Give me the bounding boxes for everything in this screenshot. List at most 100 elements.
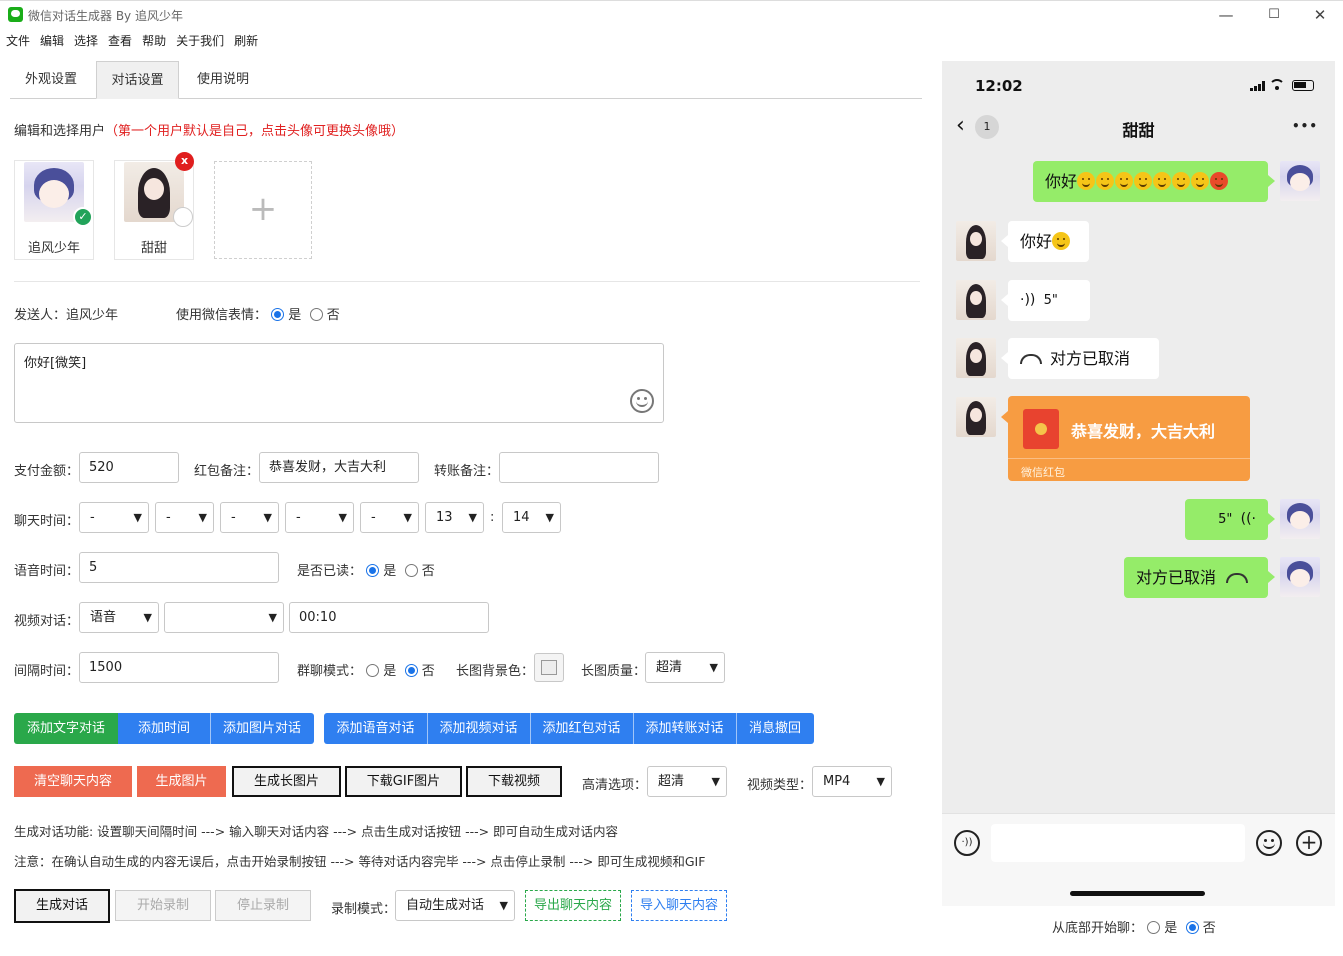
year-select[interactable]: - ▼ <box>79 502 149 533</box>
window-title: 微信对话生成器 By 追风少年 <box>28 9 183 23</box>
chat-time-label: 聊天时间： <box>14 514 80 529</box>
import-chat-button[interactable]: 导入聊天内容 <box>631 890 727 921</box>
video-type-label: 视频类型： <box>747 778 813 793</box>
note-line-2: 注意：在确认自动生成的内容无误后，点击开始录制按钮 ---> 等待对话内容完毕 … <box>14 854 706 869</box>
read-yes-radio[interactable] <box>366 564 380 577</box>
menu-view[interactable]: 查看 <box>108 32 132 52</box>
add-redpacket-dialog-button[interactable]: 添加红包对话 <box>530 713 633 744</box>
menu-refresh[interactable]: 刷新 <box>234 32 258 52</box>
emoji-no-radio[interactable] <box>309 308 323 321</box>
delete-user-button[interactable]: x <box>175 152 194 171</box>
video-status-select[interactable]: ▼ <box>164 602 284 633</box>
avatar <box>1280 557 1320 597</box>
emoji-icon <box>1134 172 1153 190</box>
download-video-button[interactable]: 下载视频 <box>466 766 562 797</box>
menu-help[interactable]: 帮助 <box>142 32 166 52</box>
start-record-button[interactable]: 开始录制 <box>115 890 211 921</box>
transfer-label: 转账备注： <box>434 464 500 479</box>
menu-about[interactable]: 关于我们 <box>176 32 224 52</box>
group-no-radio[interactable] <box>404 664 418 677</box>
clear-chat-button[interactable]: 清空聊天内容 <box>14 766 132 797</box>
battery-icon <box>1292 80 1314 91</box>
amount-input[interactable]: 520 <box>79 452 179 483</box>
users-hint-text: （第一个用户默认是自己，点击头像可更换头像哦） <box>105 124 405 139</box>
long-quality-select[interactable]: 超清 ▼ <box>645 652 725 683</box>
amount-label: 支付金额： <box>14 464 80 479</box>
wechat-emoji-option: 使用微信表情： 是 否 <box>176 308 340 323</box>
hd-select[interactable]: 超清 ▼ <box>647 766 727 797</box>
menu-edit[interactable]: 编辑 <box>40 32 64 52</box>
add-user-button[interactable]: + <box>214 161 312 259</box>
emoji-icon <box>1153 172 1172 190</box>
emoji-button-icon[interactable] <box>1256 830 1282 856</box>
emoji-yes-radio[interactable] <box>271 308 285 321</box>
close-button[interactable]: ✕ <box>1305 4 1335 26</box>
record-mode-select[interactable]: 自动生成对话 ▼ <box>395 890 515 921</box>
stop-record-button[interactable]: 停止录制 <box>215 890 311 921</box>
chat-text-input[interactable] <box>991 824 1245 862</box>
tab-appearance[interactable]: 外观设置 <box>10 61 92 99</box>
add-text-dialog-button[interactable]: 添加文字对话 <box>14 713 118 744</box>
voice-time-input[interactable]: 5 <box>79 552 279 583</box>
minute-select[interactable]: 14 ▼ <box>502 502 561 533</box>
add-voice-dialog-button[interactable]: 添加语音对话 <box>324 713 427 744</box>
voice-input-icon[interactable]: ·)) <box>954 830 980 856</box>
redpacket-bubble[interactable]: 恭喜发财，大吉大利 微信红包 <box>1008 396 1250 481</box>
maximize-button[interactable]: ☐ <box>1259 4 1289 26</box>
video-format-select[interactable]: MP4 ▼ <box>812 766 892 797</box>
generate-long-image-button[interactable]: 生成长图片 <box>232 766 341 797</box>
menu-select[interactable]: 选择 <box>74 32 98 52</box>
video-type-select[interactable]: 语音 ▼ <box>79 602 159 633</box>
redpacket-note-input[interactable]: 恭喜发财，大吉大利 <box>259 452 419 483</box>
period-select[interactable]: - ▼ <box>360 502 419 533</box>
hd-label: 高清选项： <box>582 778 648 793</box>
minimize-button[interactable]: — <box>1211 4 1241 26</box>
unselected-circle-icon <box>173 207 193 227</box>
generate-dialog-button[interactable]: 生成对话 <box>14 889 110 923</box>
from-bottom-yes-radio[interactable] <box>1147 921 1161 934</box>
add-image-dialog-button[interactable]: 添加图片对话 <box>210 713 314 744</box>
more-icon[interactable]: ••• <box>1292 119 1318 133</box>
video-duration-input[interactable]: 00:10 <box>289 602 489 633</box>
message-bubble: 你好 <box>1033 161 1268 202</box>
export-chat-button[interactable]: 导出聊天内容 <box>525 890 621 921</box>
weekday-select[interactable]: - ▼ <box>285 502 354 533</box>
month-select[interactable]: - ▼ <box>155 502 214 533</box>
add-transfer-dialog-button[interactable]: 添加转账对话 <box>633 713 736 744</box>
bg-color-picker[interactable] <box>534 653 564 682</box>
interval-input[interactable]: 1500 <box>79 652 279 683</box>
user-card-tiantian[interactable]: x 甜甜 <box>114 152 194 260</box>
voice-time-label: 语音时间： <box>14 564 80 579</box>
group-mode-option: 群聊模式： 是 否 <box>297 664 435 679</box>
voice-bubble: ·)) 5" <box>1008 280 1090 321</box>
hour-select[interactable]: 13 ▼ <box>425 502 484 533</box>
read-no-radio[interactable] <box>404 564 418 577</box>
plus-icon[interactable]: + <box>1296 830 1322 856</box>
add-video-dialog-button[interactable]: 添加视频对话 <box>427 713 530 744</box>
app-logo-icon <box>8 7 23 22</box>
tab-instructions[interactable]: 使用说明 <box>182 61 264 99</box>
emoji-picker-icon[interactable] <box>630 389 654 413</box>
emoji-icon <box>1077 172 1096 190</box>
status-time: 12:02 <box>975 77 1023 95</box>
day-select[interactable]: - ▼ <box>220 502 279 533</box>
recall-message-button[interactable]: 消息撤回 <box>736 713 814 744</box>
tab-dialog-settings[interactable]: 对话设置 <box>96 61 179 99</box>
tab-bar: 外观设置 对话设置 使用说明 <box>10 61 922 99</box>
user-card-self[interactable]: ✓ 追风少年 <box>14 160 94 260</box>
group-yes-radio[interactable] <box>366 664 380 677</box>
phone-hangup-icon <box>1226 573 1249 583</box>
from-bottom-no-radio[interactable] <box>1185 921 1199 934</box>
transfer-note-input[interactable] <box>499 452 659 483</box>
add-time-button[interactable]: 添加时间 <box>118 713 210 744</box>
emoji-icon <box>1172 172 1191 190</box>
back-icon[interactable]: ‹ <box>956 115 965 137</box>
long-quality-label: 长图质量： <box>581 664 647 679</box>
message-textarea[interactable]: 你好[微笑] <box>14 343 664 423</box>
download-gif-button[interactable]: 下载GIF图片 <box>345 766 462 797</box>
voice-wave-icon: ((· <box>1240 511 1256 527</box>
bubble-tail <box>1001 411 1008 423</box>
signal-icon <box>1250 81 1266 91</box>
generate-image-button[interactable]: 生成图片 <box>137 766 226 797</box>
menu-file[interactable]: 文件 <box>6 32 30 52</box>
